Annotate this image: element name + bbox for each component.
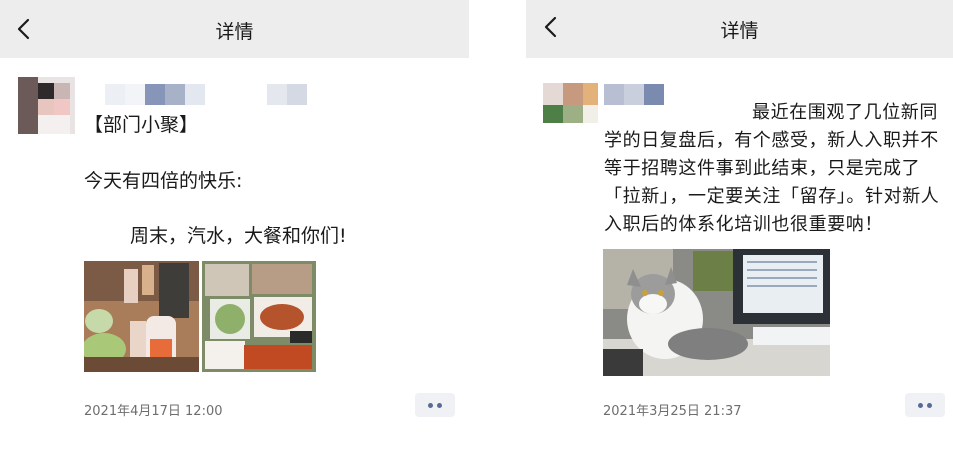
comment-more-button[interactable]	[905, 393, 945, 417]
post-timestamp: 2021年4月17日 12:00	[84, 404, 223, 419]
moment-detail-right: 详情 最近在围观了几位新同学的日复盘后，有个感受，新人入职并不等于招聘这件事到此…	[526, 0, 953, 449]
post-timestamp: 2021年3月25日 21:37	[603, 404, 742, 419]
panel-gap	[469, 0, 526, 449]
post-text: 最近在围观了几位新同学的日复盘后，有个感受，新人入职并不等于招聘这件事到此结束，…	[604, 102, 940, 235]
dot-icon	[918, 402, 923, 408]
dot-icon	[428, 402, 433, 408]
moment-detail-left: 详情 【部门小聚】 今天有四倍的快乐: 周末，汽水，大餐和你们! 2021年4月…	[0, 0, 469, 449]
page-title: 详情	[720, 20, 759, 42]
page-title: 详情	[215, 21, 254, 43]
top-bar: 详情	[526, 0, 953, 58]
post-line-2: 周末，汽水，大餐和你们!	[130, 225, 347, 247]
post-heading: 【部门小聚】	[84, 114, 199, 136]
post-line-1: 今天有四倍的快乐:	[84, 170, 243, 192]
avatar[interactable]	[543, 73, 598, 123]
dot-icon	[437, 402, 442, 408]
dot-icon	[927, 402, 932, 408]
top-bar: 详情	[0, 0, 469, 58]
food-collage-photo[interactable]	[202, 261, 316, 372]
comment-more-button[interactable]	[415, 393, 455, 417]
avatar[interactable]	[18, 77, 75, 134]
blurred-username[interactable]	[105, 84, 307, 105]
cat-on-desk-photo[interactable]	[603, 249, 830, 376]
party-drinks-photo[interactable]	[84, 261, 199, 372]
